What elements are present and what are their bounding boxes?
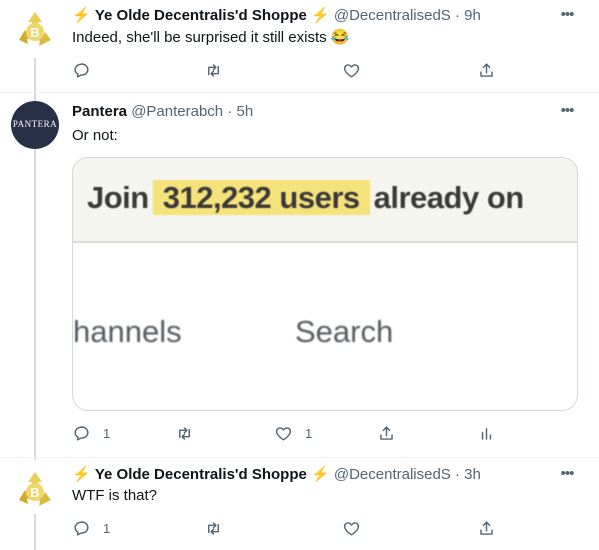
- analytics-icon: [481, 427, 492, 440]
- svg-text:B: B: [30, 25, 39, 40]
- tweet-header: ⚡ Ye Olde Decentralis'd Shoppe ⚡ @Decent…: [72, 465, 481, 485]
- retweet-button[interactable]: [175, 421, 206, 445]
- lightning-icon: ⚡: [311, 466, 330, 483]
- avatar-text: PANTERA: [12, 119, 58, 129]
- reply-button[interactable]: 1: [72, 421, 110, 445]
- tweet[interactable]: B ⚡ Ye Olde Decentralis'd Shoppe ⚡ @Dece…: [0, 458, 599, 550]
- tweet[interactable]: B ⚡ Ye Olde Decentralis'd Shoppe ⚡ @Dece…: [0, 0, 599, 86]
- like-button[interactable]: [342, 58, 373, 82]
- tweet-header: Pantera @Panterabch · 5h: [72, 102, 253, 122]
- share-icon: [380, 425, 393, 440]
- bitcoin-recycle-logo-icon: B: [11, 466, 59, 514]
- like-button[interactable]: 1: [274, 421, 312, 445]
- more-options-button[interactable]: •••: [556, 7, 578, 28]
- card-word-channels: hannels: [73, 314, 182, 349]
- retweet-button[interactable]: [204, 516, 235, 540]
- more-options-button[interactable]: •••: [556, 103, 578, 124]
- avatar[interactable]: B: [11, 466, 59, 514]
- reply-icon: [74, 62, 89, 78]
- banner-highlight: 312,232 users: [152, 180, 370, 215]
- retweet-button[interactable]: [204, 58, 235, 82]
- display-name[interactable]: Pantera: [72, 103, 127, 120]
- separator: ·: [454, 466, 460, 483]
- heart-icon: [343, 63, 360, 78]
- heart-icon: [275, 426, 292, 441]
- banner-text: Join 312,232 users already on: [87, 180, 524, 216]
- retweet-icon: [179, 426, 190, 440]
- tweet-text: WTF is that?: [72, 487, 158, 504]
- tweet-text: Indeed, she'll be surprised it still exi…: [72, 29, 350, 46]
- lightning-icon: ⚡: [72, 466, 91, 483]
- lightning-icon: ⚡: [311, 7, 330, 24]
- analytics-button[interactable]: [477, 421, 496, 445]
- banner-rest: already on: [373, 180, 525, 215]
- banner-join: Join: [87, 180, 149, 215]
- tweet-actions: [72, 58, 512, 82]
- like-count: 1: [305, 425, 313, 441]
- media-card[interactable]: Join 312,232 users already on hannels Sear…: [72, 157, 578, 411]
- lightning-icon: ⚡: [72, 7, 91, 24]
- reply-button[interactable]: 1: [72, 516, 110, 540]
- like-button[interactable]: [342, 516, 373, 540]
- more-options-button[interactable]: •••: [556, 466, 578, 487]
- reply-icon: [74, 425, 89, 441]
- handle[interactable]: @Panterabch: [131, 103, 223, 120]
- display-name[interactable]: Ye Olde Decentralis'd Shoppe: [95, 466, 307, 483]
- bitcoin-recycle-logo-icon: B: [11, 6, 59, 54]
- timestamp[interactable]: 9h: [464, 7, 481, 24]
- reply-icon: [74, 520, 89, 536]
- reply-button[interactable]: [72, 58, 103, 82]
- reply-count: 1: [103, 425, 111, 441]
- retweet-icon: [208, 63, 219, 77]
- avatar[interactable]: B: [11, 6, 59, 54]
- share-icon: [480, 62, 493, 77]
- avatar[interactable]: PANTERA: [11, 101, 59, 149]
- card-banner: Join 312,232 users already on: [73, 158, 577, 242]
- display-name[interactable]: Ye Olde Decentralis'd Shoppe: [95, 7, 307, 24]
- tweet-text: Or not:: [72, 127, 118, 144]
- card-divider: [73, 241, 577, 243]
- separator: ·: [454, 7, 460, 24]
- share-icon: [480, 520, 493, 535]
- handle[interactable]: @DecentralisedS: [334, 7, 451, 24]
- timestamp[interactable]: 5h: [237, 103, 254, 120]
- heart-icon: [343, 521, 360, 536]
- tweet-header: ⚡ Ye Olde Decentralis'd Shoppe ⚡ @Decent…: [72, 6, 481, 26]
- svg-text:B: B: [30, 485, 39, 500]
- retweet-icon: [208, 521, 219, 535]
- timestamp[interactable]: 3h: [464, 466, 481, 483]
- tweet-actions: 1 1: [72, 421, 512, 445]
- handle[interactable]: @DecentralisedS: [334, 466, 451, 483]
- separator: ·: [227, 103, 233, 120]
- share-button[interactable]: [477, 516, 496, 540]
- share-button[interactable]: [477, 58, 496, 82]
- card-word-search: Search: [295, 314, 394, 349]
- share-button[interactable]: [377, 421, 396, 445]
- tweet-actions: 1: [72, 516, 512, 540]
- reply-count: 1: [103, 520, 111, 536]
